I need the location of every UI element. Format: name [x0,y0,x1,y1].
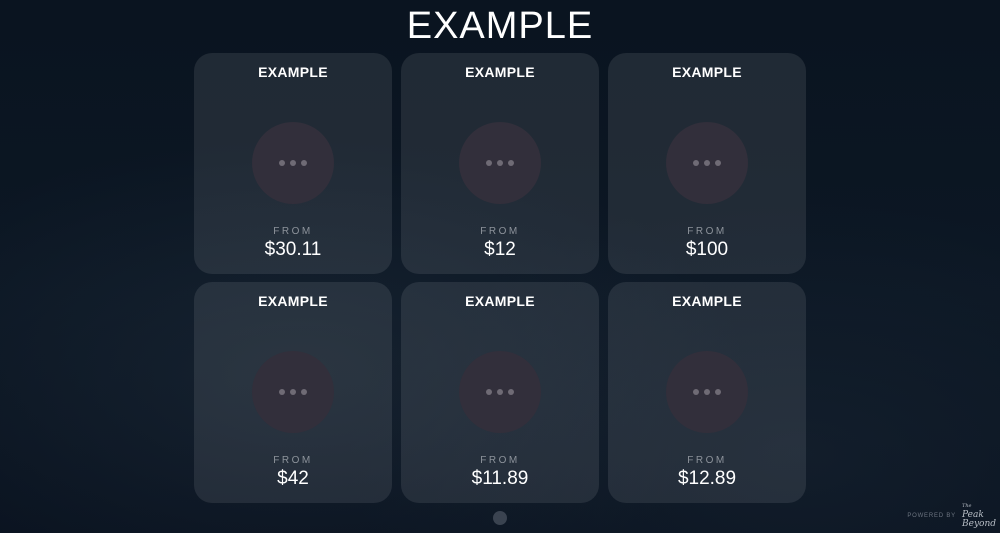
product-grid: EXAMPLE FROM $30.11 EXAMPLE FROM $12 EXA… [194,53,806,503]
product-name: EXAMPLE [465,64,535,80]
product-name: EXAMPLE [672,64,742,80]
product-card[interactable]: EXAMPLE FROM $11.89 [401,282,599,503]
more-dots-icon [252,122,334,204]
price-from-label: FROM [687,455,727,466]
more-dots-icon [459,122,541,204]
pagination-dot[interactable] [493,511,507,525]
powered-by-badge[interactable]: POWERED BY The Peak Beyond [907,502,997,529]
product-price: $42 [277,468,309,489]
product-price: $11.89 [471,468,529,489]
product-card[interactable]: EXAMPLE FROM $100 [608,53,806,274]
brand-logo: The Peak Beyond [962,503,997,529]
price-from-label: FROM [687,226,727,237]
more-dots-icon [666,351,748,433]
product-name: EXAMPLE [465,293,535,309]
more-dots-icon [666,122,748,204]
price-from-label: FROM [273,455,313,466]
product-name: EXAMPLE [258,64,328,80]
more-dots-icon [459,351,541,433]
page-title: EXAMPLE [406,5,594,47]
price-from-label: FROM [480,455,520,466]
product-name: EXAMPLE [258,293,328,309]
product-price: $30.11 [264,239,322,260]
product-price: $12 [484,239,516,260]
more-dots-icon [252,351,334,433]
price-from-label: FROM [273,226,313,237]
product-card[interactable]: EXAMPLE FROM $42 [194,282,392,503]
product-card[interactable]: EXAMPLE FROM $12.89 [608,282,806,503]
product-price: $12.89 [677,468,737,489]
powered-by-label: POWERED BY [907,512,956,519]
price-from-label: FROM [480,226,520,237]
product-name: EXAMPLE [672,293,742,309]
product-card[interactable]: EXAMPLE FROM $30.11 [194,53,392,274]
product-card[interactable]: EXAMPLE FROM $12 [401,53,599,274]
product-price: $100 [685,239,729,260]
